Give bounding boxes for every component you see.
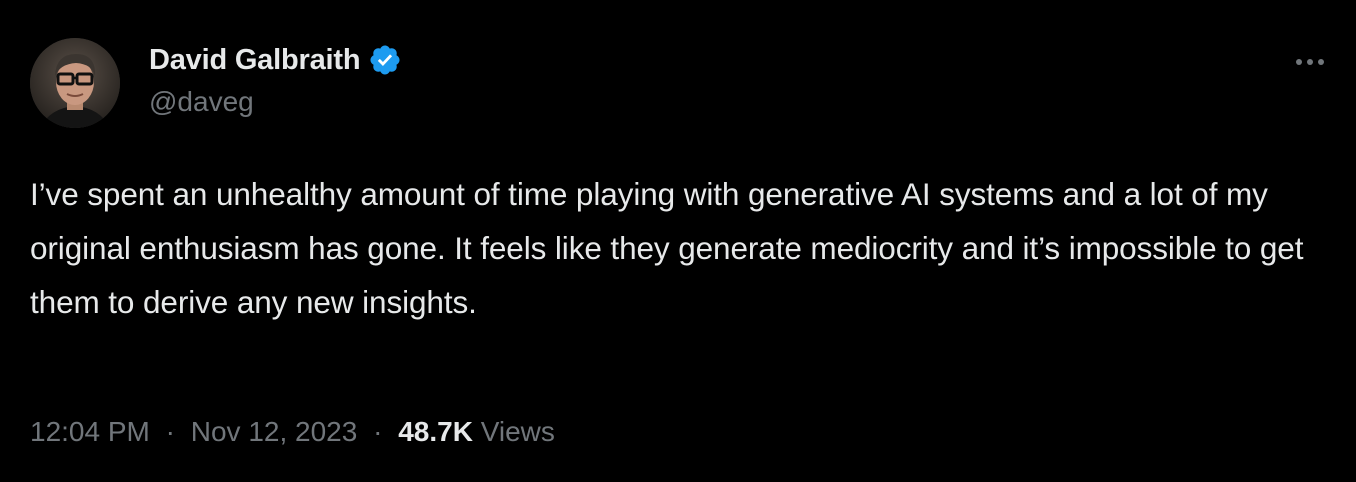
- author-info: David Galbraith @daveg: [149, 40, 402, 118]
- more-options-button[interactable]: [1292, 44, 1328, 80]
- tweet-card: David Galbraith @daveg I’ve spent an unh…: [0, 0, 1356, 482]
- verified-badge-icon[interactable]: [368, 43, 402, 77]
- tweet-date[interactable]: Nov 12, 2023: [191, 416, 358, 447]
- author-display-name[interactable]: David Galbraith: [149, 44, 361, 77]
- tweet-meta: 12:04 PM · Nov 12, 2023 · 48.7K Views: [30, 416, 555, 448]
- meta-separator: ·: [373, 416, 383, 447]
- avatar[interactable]: [30, 38, 120, 128]
- tweet-text: I’ve spent an unhealthy amount of time p…: [30, 176, 1304, 320]
- author-handle[interactable]: @daveg: [149, 86, 402, 118]
- views-count[interactable]: 48.7K: [398, 416, 473, 447]
- tweet-time[interactable]: 12:04 PM: [30, 416, 150, 447]
- profile-photo-icon: [30, 38, 120, 128]
- meta-separator: ·: [165, 416, 175, 447]
- views-label: Views: [480, 416, 555, 447]
- name-row: David Galbraith: [149, 40, 402, 80]
- more-horizontal-icon: [1296, 59, 1324, 65]
